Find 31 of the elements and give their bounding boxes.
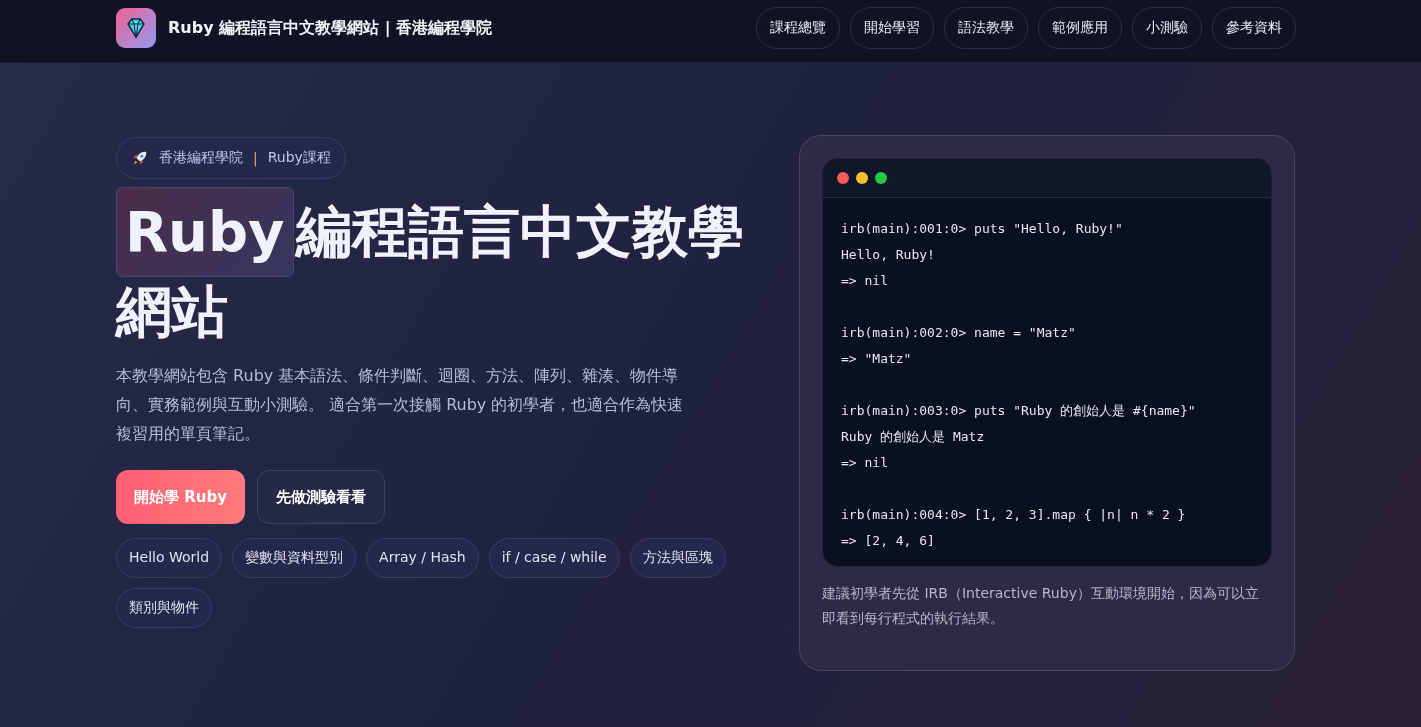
quiz-button[interactable]: 先做測驗看看 [256,470,385,524]
page-title-line: 網站 [116,278,228,346]
terminal-caption: 建議初學者先從 IRB（Interactive Ruby）互動環境開始，因為可以立即看到每行程式的執行結果。 [822,584,1260,628]
code-line: => nil [841,272,889,290]
separator: | [253,150,258,166]
school-name: 香港編程學院 [159,149,243,167]
code-line: irb(main):004:0> [1, 2, 3].map { |n| n * 2 } [841,506,1187,524]
code-line: irb(main):003:0> puts "Ruby 的創始人是 #{name}" [841,402,1197,420]
site-title[interactable]: Ruby 編程語言中文教學網站 | 香港編程學院 [168,17,493,39]
highlighted-title-word: Ruby [116,187,294,277]
page-title-line: 編程語言中文教學 [295,199,744,264]
topic-tag[interactable]: 方法與區塊 [629,538,726,578]
code-line: irb(main):001:0> puts "Hello, Ruby!" [841,220,1124,238]
topic-tag[interactable]: 變數與資料型別 [232,538,357,578]
code-line: => "Matz" [841,350,913,368]
code-line: irb(main):002:0> name = "Matz" [841,324,1077,342]
code-line: => nil [841,454,889,472]
close-dot-icon [837,172,849,184]
code-line: Hello, Ruby! [841,246,936,264]
code-line: Ruby 的創始人是 Matz [841,428,986,446]
course-name: Ruby課程 [267,149,331,167]
intro-paragraph: 本教學網站包含 Ruby 基本語法、條件判斷、迴圈、方法、陣列、雜湊、物件導向、實務範例與互動小測驗。 適合第一次接觸 Ruby 的初學者，也適合作為快速複習用的單頁筆記。 [116,365,685,445]
topic-tag[interactable]: Hello World [116,538,223,578]
topic-tag[interactable]: 類別與物件 [116,588,212,628]
code-line: => [2, 4, 6] [841,532,936,550]
maximize-dot-icon [875,172,887,184]
rocket-icon [131,149,149,167]
topic-tag[interactable]: Array / Hash [366,538,479,578]
topic-tag[interactable]: if / case / while [488,538,620,578]
diamond-logo-icon[interactable] [116,8,156,48]
minimize-dot-icon [856,172,868,184]
